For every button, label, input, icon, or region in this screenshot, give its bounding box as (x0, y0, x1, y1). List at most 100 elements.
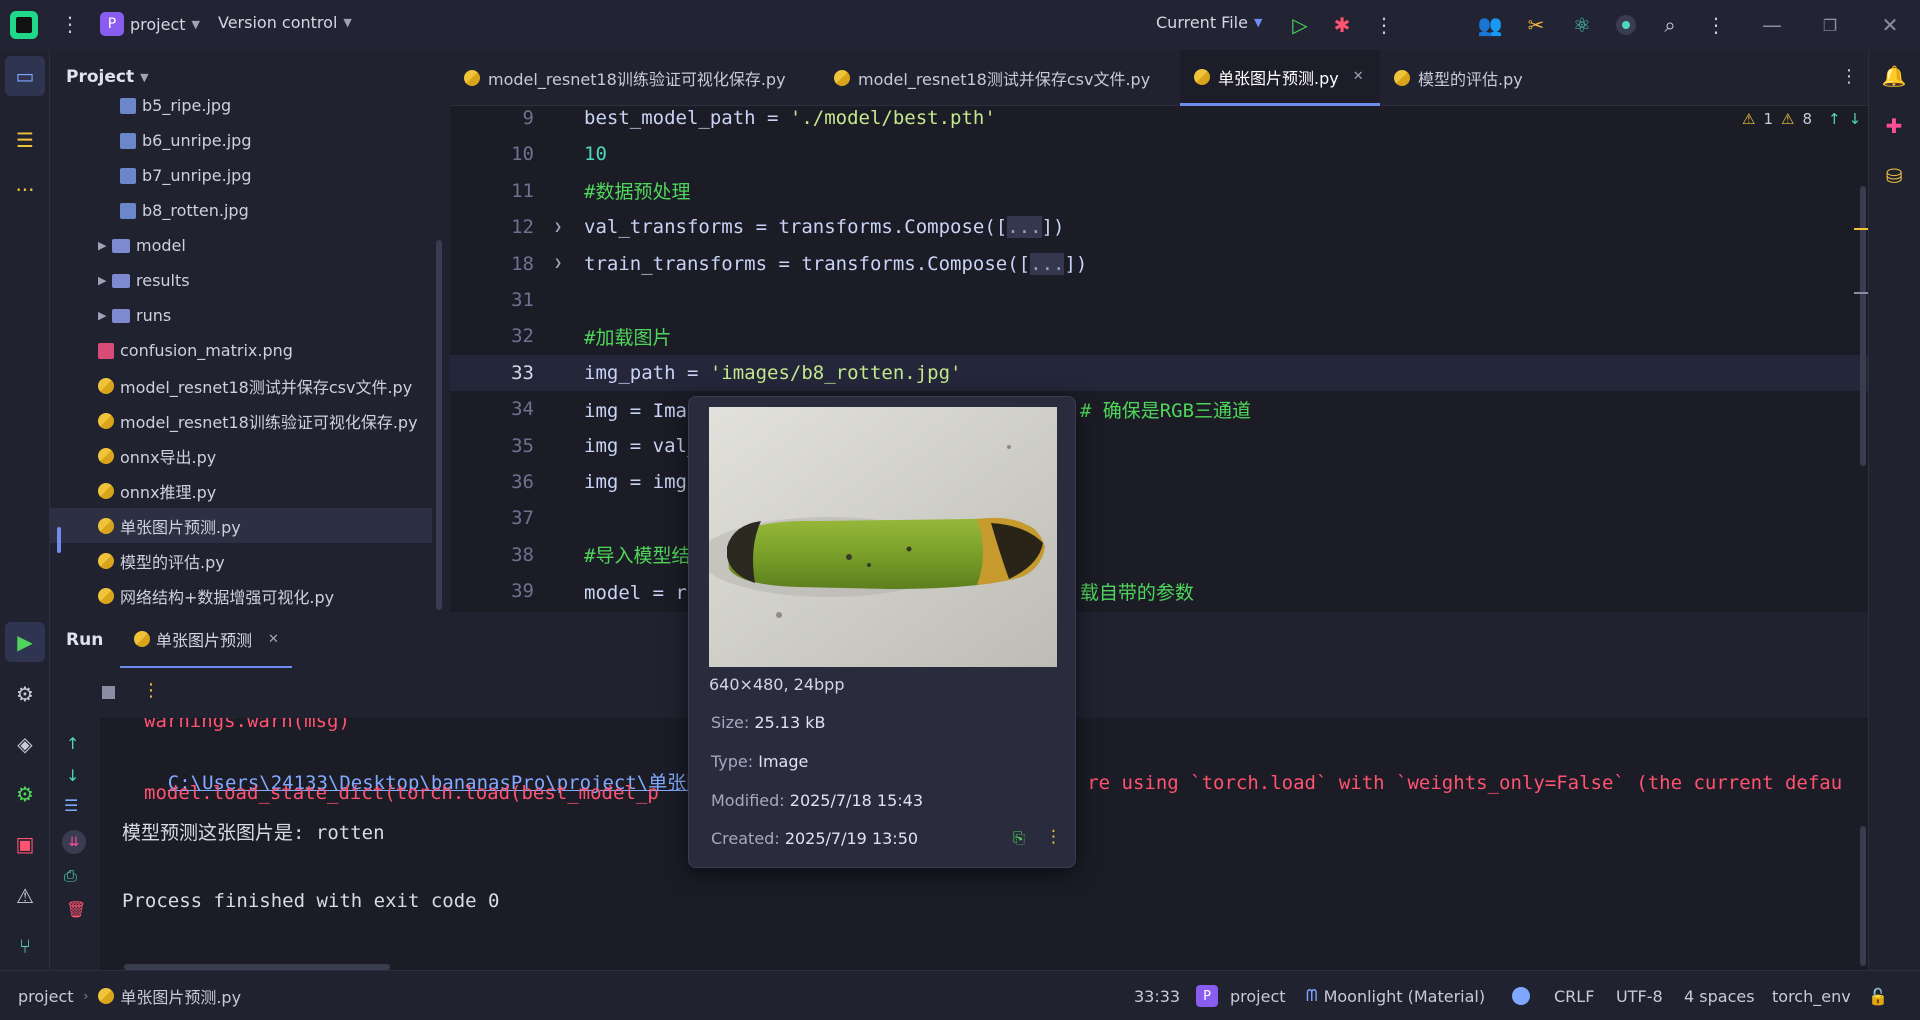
popup-menu-icon[interactable]: ⋮ (1045, 827, 1062, 847)
stop-icon[interactable] (102, 686, 115, 699)
tree-folder[interactable]: ▶ model (50, 228, 432, 263)
tree-file[interactable]: model_resnet18测试并保存csv文件.py (50, 368, 432, 403)
app-logo-icon[interactable] (10, 11, 38, 39)
console-v-scrollbar[interactable] (1860, 826, 1866, 966)
tree-file[interactable]: b7_unripe.jpg (50, 158, 432, 193)
more-tools-icon[interactable]: ··· (5, 170, 45, 210)
debug-icon[interactable]: ✱ (1322, 5, 1362, 45)
lock-icon[interactable]: 🔓 (1868, 971, 1888, 1020)
code-line[interactable]: 39 model = res 载自带的参数 (450, 573, 1868, 609)
indent-setting[interactable]: 4 spaces (1684, 971, 1755, 1020)
run-config-selector[interactable]: Current File ▼ (1156, 13, 1262, 32)
tree-file[interactable]: b6_unripe.jpg (50, 123, 432, 158)
theme-widget[interactable]: ᗰ Moonlight (Material) (1306, 971, 1485, 1020)
code-line[interactable]: 18 ❯ train_transforms = transforms.Compose… (450, 246, 1868, 282)
code-line[interactable]: 32 #加载图片 (450, 318, 1868, 354)
code-line[interactable]: 11 #数据预处理 (450, 173, 1868, 209)
tree-folder[interactable]: ▶ results (50, 263, 432, 298)
chevron-right-icon[interactable]: ▶ (98, 274, 112, 287)
close-tab-icon[interactable]: ✕ (1353, 69, 1364, 84)
chevron-down-icon: ▼ (191, 17, 200, 31)
code-line[interactable]: 12 ❯ val_transforms = transforms.Compose([… (450, 209, 1868, 245)
tree-file[interactable]: onnx推理.py (50, 473, 432, 508)
terminal-icon[interactable]: ▣ (5, 824, 45, 864)
tab-test-csv[interactable]: model_resnet18测试并保存csv文件.py (820, 50, 1192, 106)
breadcrumb-file[interactable]: 单张图片预测.py (120, 984, 241, 1008)
theme-icon: ᗰ (1306, 986, 1318, 1005)
tree-file[interactable]: b5_ripe.jpg (50, 88, 432, 123)
tab-options-icon[interactable]: ⋮ (1840, 66, 1858, 87)
code-line[interactable]: 33 img_path = 'images/b8_rotten.jpg' (450, 354, 1868, 391)
up-arrow-icon[interactable]: ↑ (66, 734, 79, 753)
fold-arrow-icon[interactable]: ❯ (548, 220, 568, 235)
code-line[interactable]: 36 img = img.u (450, 464, 1868, 500)
tree-file[interactable]: onnx导出.py (50, 438, 432, 473)
tab-single-image-predict[interactable]: 单张图片预测.py ✕ (1180, 50, 1380, 106)
breadcrumb-project[interactable]: project (18, 987, 74, 1006)
python-interpreter[interactable]: torch_env (1772, 971, 1851, 1020)
tree-file[interactable]: confusion_matrix.png (50, 333, 432, 368)
tree-file[interactable]: model_resnet18训练验证可视化保存.py (50, 403, 432, 438)
minimize-icon[interactable]: — (1752, 5, 1792, 45)
more-actions-icon[interactable]: ⋮ (1364, 5, 1404, 45)
main-menu-icon[interactable]: ⋮ (60, 12, 80, 36)
caret-position[interactable]: 33:33 (1134, 971, 1180, 1020)
theme-color-dot[interactable] (1512, 971, 1530, 1020)
file-encoding[interactable]: UTF-8 (1616, 971, 1663, 1020)
code-line[interactable]: 38 #导入模型结构 (450, 537, 1868, 573)
status-project[interactable]: P project (1196, 971, 1286, 1020)
scroll-to-end-icon[interactable]: ⇊ (62, 830, 86, 854)
chevron-right-icon[interactable]: ▶ (98, 309, 112, 322)
trash-icon[interactable]: 🗑 (66, 900, 86, 919)
tree-file[interactable]: 模型的评估.py (50, 543, 432, 578)
close-run-tab-icon[interactable]: ✕ (268, 632, 279, 647)
build-tools-icon[interactable]: ✂ (1516, 5, 1556, 45)
print-icon[interactable]: ⎙ (64, 866, 77, 886)
code-with-me-icon[interactable]: 👥 (1470, 5, 1510, 45)
tab-model-eval[interactable]: 模型的评估.py (1380, 50, 1550, 106)
fold-arrow-icon[interactable]: ❯ (548, 256, 568, 271)
code-line[interactable]: 9 best_model_path = './model/best.pth' (450, 106, 1868, 136)
line-separator[interactable]: CRLF (1554, 971, 1594, 1020)
project-switcher[interactable]: P project ▼ (100, 12, 200, 36)
python-console-icon[interactable]: ⚙ (5, 674, 45, 714)
tree-file[interactable]: 单张图片预测.py (50, 508, 432, 543)
ai-chat-icon[interactable]: ✚ (1874, 106, 1914, 146)
project-scrollbar[interactable] (436, 240, 442, 610)
code-line[interactable]: 31 (450, 282, 1868, 318)
run-tool-icon[interactable]: ▶ (5, 622, 45, 662)
status-dot-icon[interactable] (1606, 5, 1646, 45)
ai-assistant-icon[interactable]: ⚛ (1562, 5, 1602, 45)
run-icon[interactable]: ▷ (1280, 5, 1320, 45)
settings-gear-icon[interactable]: ⚙ (5, 774, 45, 814)
python-file-icon (98, 587, 114, 604)
layers-icon[interactable]: ◈ (5, 724, 45, 764)
restore-icon[interactable]: ❐ (1810, 5, 1850, 45)
code-line[interactable]: 35 img = val_t (450, 428, 1868, 464)
soft-wrap-icon[interactable]: ☰ (64, 796, 78, 815)
code-editor[interactable]: ⚠ 1 ⚠ 8 ↑ ↓ 9 best_model_path = './model/be… (450, 106, 1868, 612)
close-icon[interactable]: ✕ (1870, 5, 1910, 45)
settings-icon[interactable]: ⋮ (1696, 5, 1736, 45)
code-line[interactable]: 37 (450, 500, 1868, 536)
search-icon[interactable]: ⌕ (1650, 5, 1690, 45)
structure-icon[interactable]: ☰ (5, 120, 45, 160)
tree-folder[interactable]: ▶ runs (50, 298, 432, 333)
version-control-menu[interactable]: Version control ▼ (218, 13, 352, 32)
tree-file[interactable]: 网络结构+数据增强可视化.py (50, 578, 432, 612)
open-file-icon[interactable]: ⎘ (1013, 829, 1025, 847)
code-line[interactable]: 10 10 (450, 136, 1868, 172)
git-branch-icon[interactable]: ⑂ (5, 926, 45, 966)
run-tab[interactable]: 单张图片预测 ✕ (120, 612, 292, 668)
down-arrow-icon[interactable]: ↓ (66, 766, 79, 785)
database-icon[interactable]: ⛁ (1874, 156, 1914, 196)
project-view-icon[interactable]: ▭ (5, 56, 45, 96)
tab-train-visualize[interactable]: model_resnet18训练验证可视化保存.py (450, 50, 816, 106)
notifications-icon[interactable]: 🔔 (1874, 56, 1914, 96)
problems-icon[interactable]: ⚠ (5, 876, 45, 916)
python-file-icon (1194, 68, 1210, 85)
run-more-icon[interactable]: ⋮ (142, 680, 160, 701)
chevron-right-icon[interactable]: ▶ (98, 239, 112, 252)
tree-file[interactable]: b8_rotten.jpg (50, 193, 432, 228)
code-line[interactable]: 34 img = Image # 确保是RGB三通道 (450, 391, 1868, 427)
